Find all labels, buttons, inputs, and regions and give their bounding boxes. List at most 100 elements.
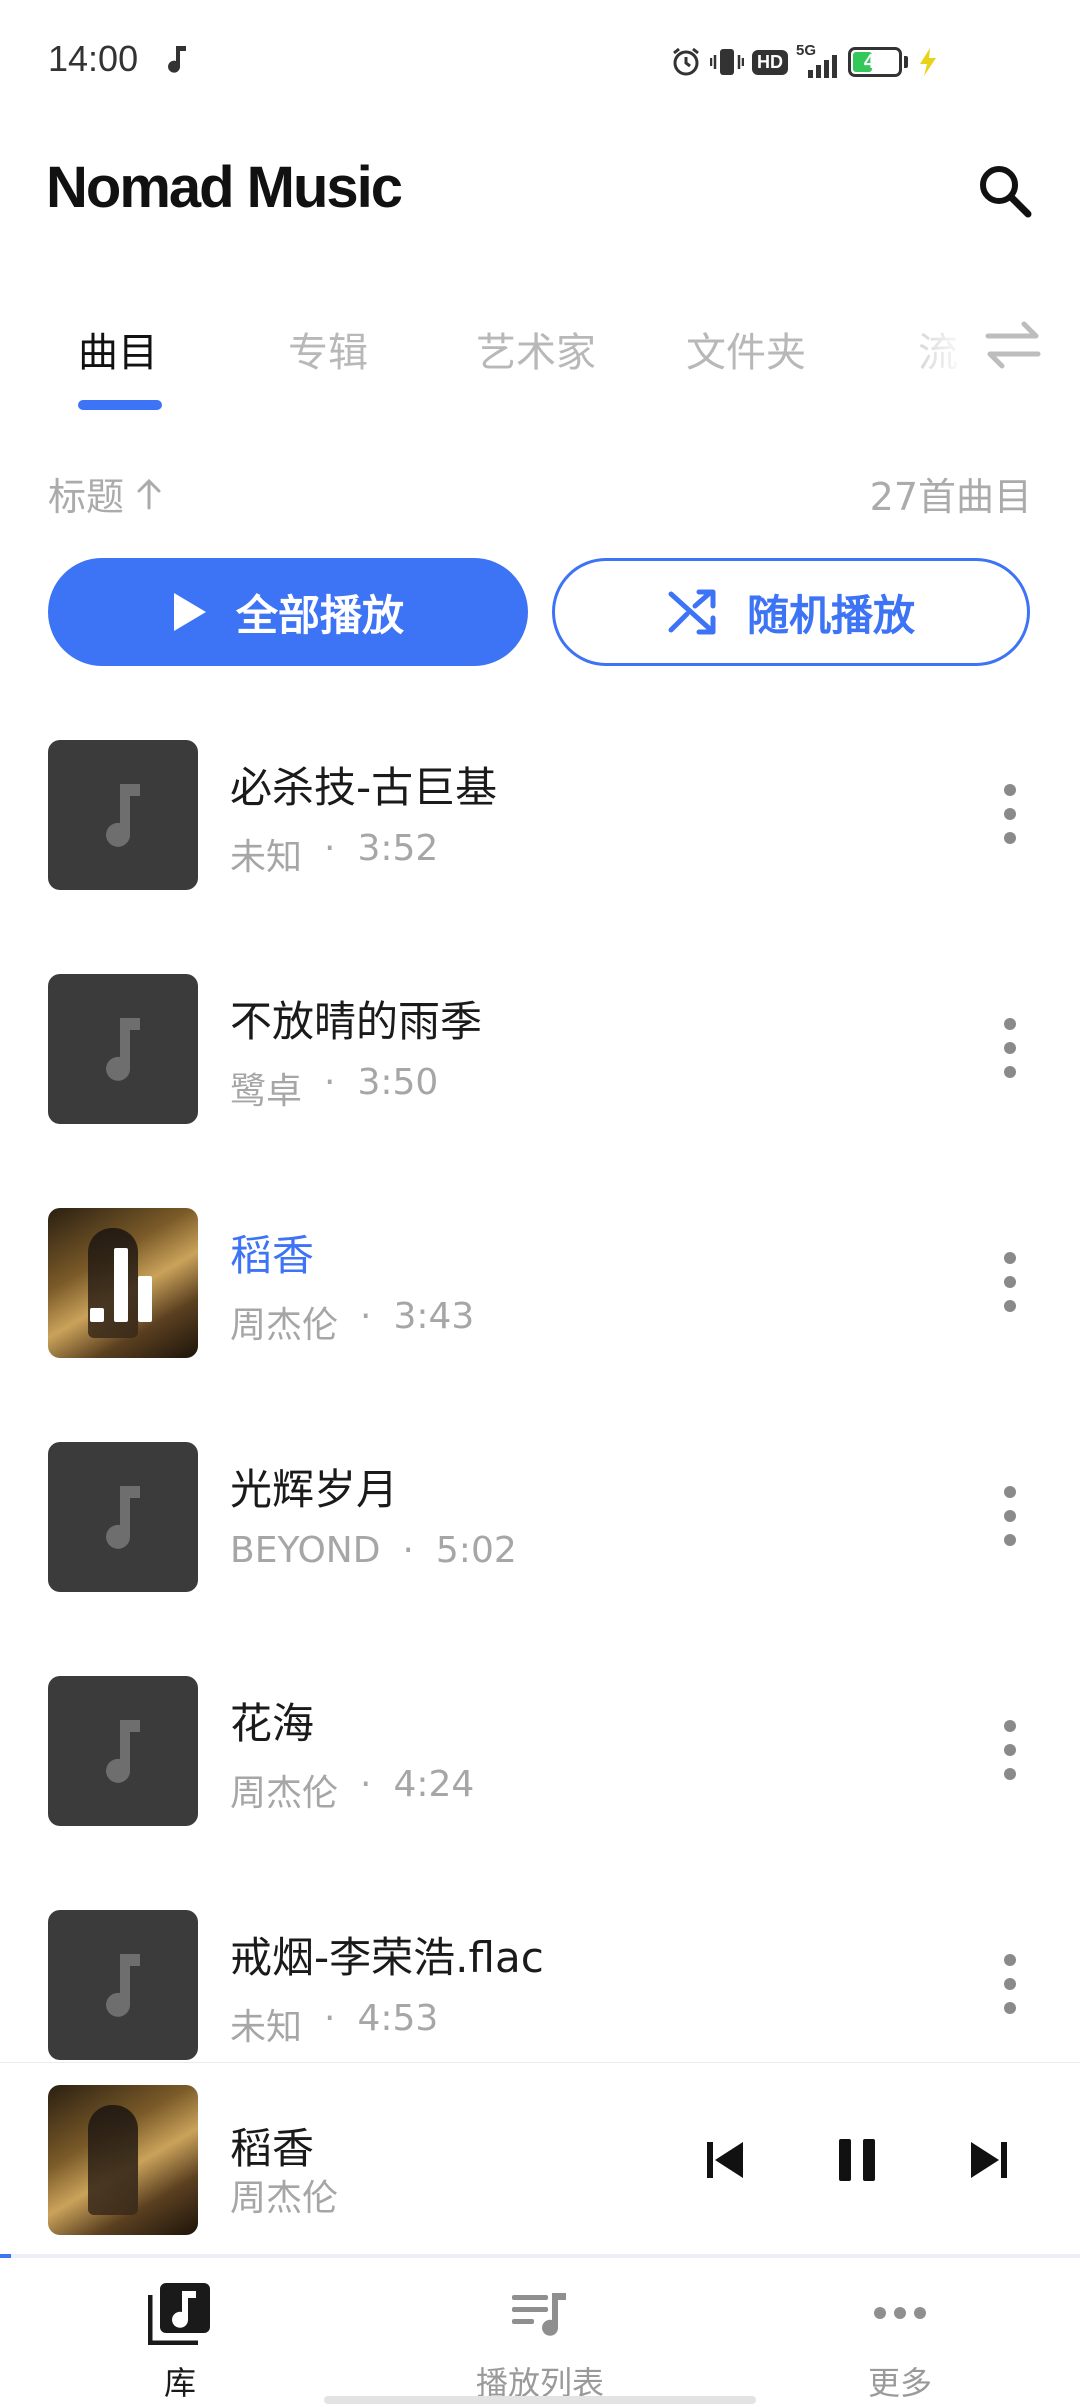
app-title: Nomad Music [46,155,403,220]
song-meta: 周杰伦 · 4:24 [230,1764,474,1816]
meta-separator: · [324,1998,336,2039]
shuffle-button[interactable]: 随机播放 [552,558,1030,666]
more-vertical-icon-dot [1004,1486,1016,1498]
meta-separator: · [402,1530,414,1571]
song-more-button[interactable] [996,784,1024,844]
tab-tracks[interactable]: 曲目 [78,320,158,378]
song-more-button[interactable] [996,1252,1024,1312]
song-title: 稻香 [230,1231,315,1280]
meta-separator: · [360,1296,372,1337]
battery-icon: 48 [848,47,902,77]
music-note-icon [166,44,190,74]
song-more-button[interactable] [996,1720,1024,1780]
more-icon [865,2278,935,2348]
now-playing-bars-icon [90,1248,160,1322]
more-vertical-icon-dot [1004,1720,1016,1732]
song-more-button[interactable] [996,1486,1024,1546]
tab-folders[interactable]: 文件夹 [686,320,806,378]
nav-library-label: 库 [163,2364,196,2402]
sort-button[interactable]: 标题 [48,466,162,521]
more-vertical-icon-dot [1004,1978,1016,1990]
song-list: 必杀技-古巨基 未知 · 3:52 不放晴的雨季 鹭卓 · 3:50 稻香 周杰… [0,740,1080,2062]
song-more-button[interactable] [996,1018,1024,1078]
more-vertical-icon-dot [1004,1066,1016,1078]
song-title: 花海 [230,1699,315,1748]
nav-library[interactable]: 库 [30,2258,330,2408]
sort-label: 标题 [48,475,125,519]
bar [90,1308,104,1322]
more-vertical-icon-dot [1004,1252,1016,1264]
song-artist: BEYOND [230,1530,381,1571]
song-title: 光辉岁月 [230,1465,399,1514]
song-duration: 4:53 [357,1998,439,2039]
more-vertical-icon-dot [1004,1042,1016,1054]
skip-next-icon [971,2142,1007,2178]
music-note-icon [106,1486,140,1549]
arrow-up-icon [137,478,161,509]
album-art-figure [88,2105,138,2215]
track-count: 27首曲目 [869,475,1032,519]
more-vertical-icon-dot [1004,1954,1016,1966]
mini-player[interactable]: 稻香 周杰伦 [0,2062,1080,2256]
tab-switch-button[interactable] [980,312,1046,378]
music-note-icon [106,1720,140,1783]
previous-button[interactable] [692,2127,758,2193]
song-artist: 未知 [230,837,303,878]
song-more-button[interactable] [996,1954,1024,2014]
song-cover [48,740,198,890]
meta-separator: · [324,828,336,869]
status-time: 14:00 [48,38,139,79]
charging-icon [916,46,940,78]
song-item[interactable]: 花海 周杰伦 · 4:24 [0,1676,1080,1910]
shuffle-icon [668,589,716,635]
song-artist: 未知 [230,2007,303,2048]
song-duration: 3:50 [357,1062,439,1103]
search-button[interactable] [974,160,1034,220]
song-title: 不放晴的雨季 [230,997,483,1046]
song-cover [48,974,198,1124]
play-all-button[interactable]: 全部播放 [48,558,528,666]
nav-more[interactable]: 更多 [750,2258,1050,2408]
nav-playlist[interactable]: 播放列表 [390,2258,690,2408]
more-vertical-icon-dot [1004,1300,1016,1312]
more-vertical-icon-dot [1004,784,1016,796]
song-meta: 周杰伦 · 3:43 [230,1296,474,1348]
bar [138,1276,152,1322]
nav-more-label: 更多 [867,2364,932,2402]
status-icons: HD 5G 48 [670,42,940,80]
song-cover [48,1442,198,1592]
battery-level: 48 [863,50,887,73]
category-tabs: 曲目 专辑 艺术家 文件夹 流 [0,300,1080,412]
more-vertical-icon-dot [1004,1534,1016,1546]
tab-fade [880,300,990,400]
song-item[interactable]: 不放晴的雨季 鹭卓 · 3:50 [0,974,1080,1208]
music-note-icon [106,784,140,847]
hd-badge: HD [752,49,788,75]
tab-albums[interactable]: 专辑 [288,320,368,378]
play-icon [173,593,206,631]
song-item[interactable]: 戒烟-李荣浩.flac 未知 · 4:53 [0,1910,1080,2062]
more-vertical-icon-dot [1004,1510,1016,1522]
bottom-nav: 库 播放列表 更多 [0,2258,1080,2408]
more-vertical-icon-dot [1004,808,1016,820]
music-note-icon [106,1954,140,2017]
song-item[interactable]: 光辉岁月 BEYOND · 5:02 [0,1442,1080,1676]
playlist-icon [505,2278,575,2348]
vibrate-icon [710,46,744,78]
song-meta: 未知 · 3:52 [230,828,438,880]
pause-button[interactable] [824,2127,890,2193]
shuffle-label: 随机播放 [746,590,915,640]
song-meta: 鹭卓 · 3:50 [230,1062,438,1114]
song-item-now-playing[interactable]: 稻香 周杰伦 · 3:43 [0,1208,1080,1442]
swap-arrows-icon [985,321,1041,369]
song-title: 必杀技-古巨基 [230,763,498,812]
next-button[interactable] [956,2127,1022,2193]
more-vertical-icon-dot [1004,1768,1016,1780]
music-note-icon [106,1018,140,1081]
song-item[interactable]: 必杀技-古巨基 未知 · 3:52 [0,740,1080,974]
more-vertical-icon-dot [1004,2002,1016,2014]
now-playing-album-art[interactable] [48,2085,198,2235]
sort-row: 标题 27首曲目 [48,460,1032,520]
status-bar: 14:00 HD 5G 48 [0,0,1080,120]
tab-artists[interactable]: 艺术家 [476,320,596,378]
